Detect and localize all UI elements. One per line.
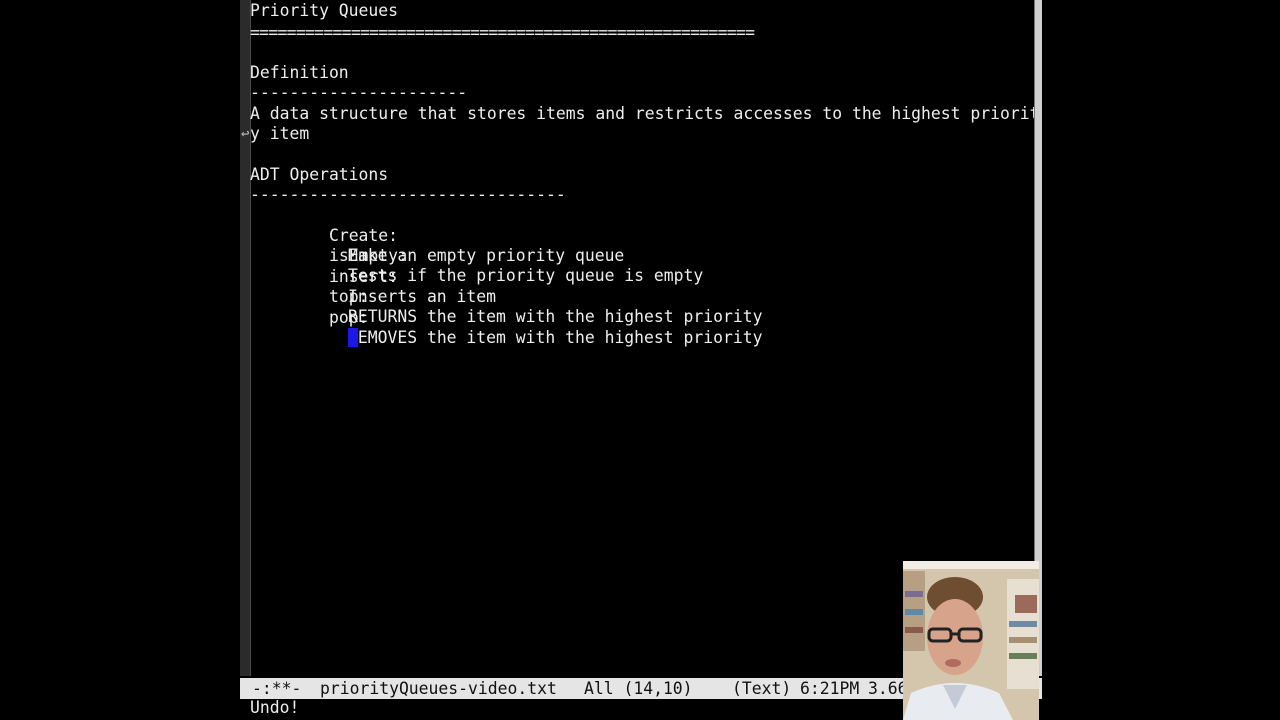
load-average: 3.66 — [868, 679, 908, 698]
presenter-video — [903, 561, 1039, 720]
definition-text-line1: A data structure that stores items and r… — [250, 104, 1034, 123]
op-row-top: top: RETURNS the item with the highest p… — [250, 267, 763, 326]
cursor-position: All (14,10) — [584, 679, 693, 698]
op-desc-rest: EMOVES the item with the highest priorit… — [357, 328, 763, 347]
major-mode[interactable]: (Text) — [732, 678, 791, 699]
definition-text-line2: y item — [250, 124, 310, 143]
text-cursor: R — [348, 328, 358, 347]
minibuffer-message: Undo! — [250, 698, 300, 717]
op-desc: RETURNS the item with the highest priori… — [348, 307, 763, 326]
op-row-pop: pop: REMOVES the item with the highest p… — [250, 288, 762, 347]
op-name: pop: — [328, 308, 369, 327]
screen: Priority Queues ========================… — [0, 0, 1280, 720]
definition-heading: Definition — [250, 63, 349, 82]
op-desc: Inserts an item — [348, 287, 497, 306]
line-wrap-icon: ↩ — [241, 126, 250, 142]
doc-title: Priority Queues — [250, 1, 399, 20]
op-row-create: Create: Make an empty priority queue — [250, 206, 624, 265]
op-desc: REMOVES the item with the highest priori… — [348, 328, 762, 348]
webcam-overlay — [903, 561, 1039, 720]
definition-underline: ---------------------- — [250, 83, 468, 102]
op-desc: Tests if the priority queue is empty — [348, 266, 704, 285]
clock: 6:21PM — [800, 679, 860, 698]
adt-heading: ADT Operations — [250, 165, 389, 184]
op-row-insert: insert: Inserts an item — [250, 247, 496, 306]
adt-underline: -------------------------------- — [250, 185, 566, 204]
buffer-filename[interactable]: priorityQueues-video.txt — [320, 678, 557, 699]
title-underline: ========================================… — [250, 23, 755, 42]
op-row-isempty: isEmpty: Tests if the priority queue is … — [250, 226, 703, 285]
buffer-status: -:**- — [252, 679, 302, 698]
